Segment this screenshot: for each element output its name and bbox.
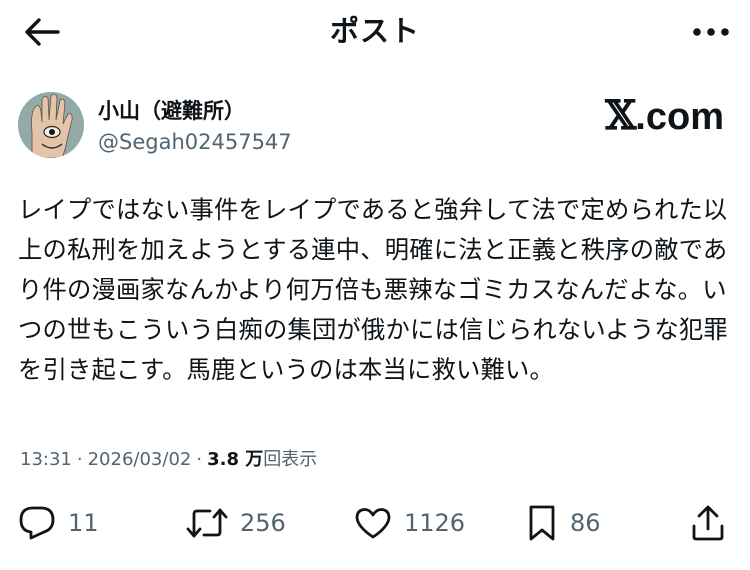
more-horizontal-icon [693, 28, 729, 36]
retweet-icon [186, 506, 228, 540]
x-logo-letter: 𝕏 [605, 92, 636, 139]
author-handle[interactable]: @Segah02457547 [98, 129, 292, 155]
more-button[interactable] [686, 12, 736, 52]
post-date[interactable]: 2026/03/02 [88, 449, 192, 470]
reply-icon [18, 505, 56, 541]
bookmark-button[interactable]: 86 [526, 498, 601, 548]
avatar-image [18, 92, 84, 158]
post-time[interactable]: 13:31 [20, 449, 72, 470]
reply-button[interactable]: 11 [18, 498, 99, 548]
reply-count: 11 [68, 509, 99, 537]
views-count[interactable]: 3.8 万 [207, 449, 263, 470]
page-title: ポスト [329, 14, 420, 48]
bookmark-count: 86 [570, 509, 601, 537]
author-display-name[interactable]: 小山（避難所） [98, 98, 245, 124]
post-meta: 13:31 · 2026/03/02 · 3.8 万回表示 [20, 447, 317, 473]
watermark-domain: .com [635, 96, 724, 138]
avatar[interactable] [18, 92, 84, 158]
post-text: レイプではない事件をレイプであると強弁して法で定められた以上の私刑を加えようとす… [18, 195, 728, 384]
meta-separator: · [76, 449, 83, 470]
like-count: 1126 [404, 509, 466, 537]
heart-icon [354, 506, 392, 540]
retweet-button[interactable]: 256 [186, 498, 286, 548]
share-icon [690, 504, 726, 542]
top-bar: ポスト [0, 0, 750, 62]
x-com-watermark: 𝕏.com [605, 94, 724, 139]
bookmark-icon [526, 504, 558, 542]
meta-separator-2: · [196, 449, 203, 470]
share-button[interactable] [690, 498, 726, 548]
views-label[interactable]: 回表示 [263, 449, 317, 470]
post-author: 小山（避難所） @Segah02457547 𝕏.com [18, 92, 732, 162]
action-bar: 11 256 1126 86 [0, 498, 750, 548]
like-button[interactable]: 1126 [354, 498, 465, 548]
retweet-count: 256 [240, 509, 286, 537]
